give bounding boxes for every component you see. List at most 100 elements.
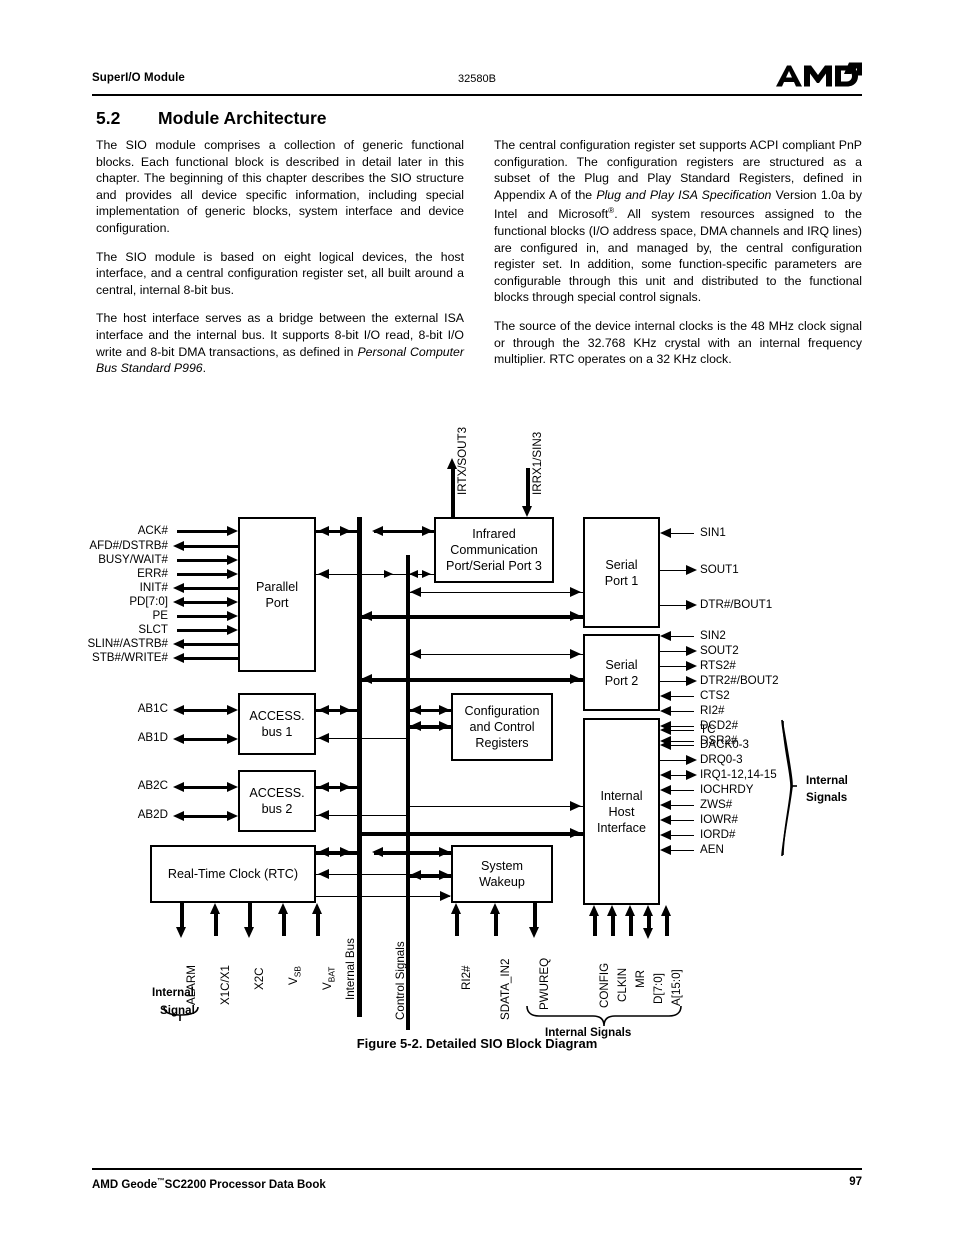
block-label: bus 1 bbox=[261, 725, 293, 739]
footer-book-title-cont: SC2200 Processor Data Book bbox=[164, 1178, 326, 1191]
block-real-time-clock[interactable]: Real-Time Clock (RTC) bbox=[150, 845, 316, 903]
footer-rule bbox=[92, 1168, 862, 1171]
block-label: Configuration bbox=[464, 704, 540, 718]
header-rule bbox=[92, 94, 862, 97]
wire bbox=[629, 914, 633, 936]
arrow-right-icon bbox=[686, 600, 697, 610]
wire bbox=[668, 741, 694, 743]
block-parallel-port[interactable]: Parallel Port bbox=[238, 517, 316, 672]
signal-label-dtr-bout1: DTR#/BOUT1 bbox=[700, 598, 773, 611]
wire bbox=[248, 903, 252, 929]
signal-label-ri2-wakeup: RI2# bbox=[460, 965, 473, 991]
arrow-left-icon bbox=[372, 847, 383, 857]
block-serial-port-1[interactable]: Serial Port 1 bbox=[583, 517, 660, 628]
wire bbox=[184, 708, 229, 713]
arrow-up-icon bbox=[625, 905, 635, 916]
block-diagram: Parallel Port ACK# AFD#/DSTRB# BUSY/WAIT… bbox=[0, 400, 954, 1039]
block-label: System bbox=[481, 859, 523, 873]
footer-book-title: AMD Geode™SC2200 Processor Data Book bbox=[92, 1176, 326, 1191]
wire bbox=[533, 903, 537, 929]
arrow-left-icon bbox=[660, 528, 671, 538]
arrow-left-icon bbox=[660, 706, 671, 716]
block-label: ACCESS. bbox=[249, 709, 305, 723]
wire bbox=[177, 558, 229, 563]
wire bbox=[316, 874, 408, 876]
arrow-up-icon bbox=[589, 905, 599, 916]
signal-label-cts2: CTS2 bbox=[700, 689, 730, 702]
arrow-left-icon bbox=[660, 815, 671, 825]
arrow-right-icon bbox=[227, 733, 238, 744]
signal-label-slct: SLCT bbox=[138, 623, 168, 636]
block-label: Communication bbox=[450, 543, 538, 557]
arrow-right-icon bbox=[227, 624, 238, 635]
wire bbox=[668, 820, 694, 822]
arrow-right-icon bbox=[570, 801, 581, 811]
block-accessbus-1[interactable]: ACCESS. bus 1 bbox=[238, 693, 316, 755]
block-infrared-communication-port[interactable]: Infrared Communication Port/Serial Port … bbox=[434, 517, 554, 583]
bus-label-control-signals: Control Signals bbox=[394, 941, 407, 1020]
wire bbox=[316, 737, 408, 739]
signal-label-d7-0: D[7:0] bbox=[652, 973, 665, 1004]
arrow-right-icon bbox=[227, 781, 238, 792]
wire bbox=[184, 737, 229, 742]
host-internal-signals-label: Internal bbox=[806, 774, 848, 787]
signal-label-x1c-x1: X1C/X1 bbox=[219, 965, 232, 1005]
wire bbox=[316, 814, 408, 816]
brace-bottom-internal-signals bbox=[526, 1005, 682, 1027]
signal-label-irrx1-sin3: IRRX1/SIN3 bbox=[531, 431, 544, 495]
wire bbox=[660, 666, 688, 668]
signal-base: V bbox=[321, 982, 334, 990]
arrow-up-icon bbox=[490, 903, 500, 914]
block-system-wakeup[interactable]: System Wakeup bbox=[451, 845, 553, 903]
footer-brand: AMD Geode bbox=[92, 1178, 158, 1191]
wire bbox=[494, 912, 498, 936]
block-internal-host-interface[interactable]: Internal Host Interface bbox=[583, 718, 660, 905]
block-label: Registers bbox=[475, 736, 529, 750]
signal-label-aen: AEN bbox=[700, 843, 724, 856]
arrow-left-icon bbox=[318, 781, 329, 792]
wire bbox=[668, 636, 694, 638]
signal-label-tc: TC bbox=[700, 723, 716, 736]
paragraph: The source of the device internal clocks… bbox=[494, 319, 862, 367]
wire bbox=[668, 805, 694, 807]
arrow-right-icon bbox=[439, 721, 450, 731]
arrow-right-icon bbox=[227, 610, 238, 621]
arrow-down-icon bbox=[522, 506, 532, 517]
block-label: Infrared bbox=[472, 527, 516, 541]
arrow-up-icon bbox=[607, 905, 617, 916]
signal-label-a15-0: A[15:0] bbox=[670, 969, 683, 1006]
document-page: SuperI/O Module 32580B 5.2 Module Archite… bbox=[0, 0, 954, 1235]
wire bbox=[668, 790, 694, 792]
wire bbox=[184, 814, 229, 819]
paragraph: The SIO module is based on eight logical… bbox=[96, 249, 464, 297]
signal-label-afd-dstrb: AFD#/DSTRB# bbox=[89, 539, 168, 552]
signal-label-pe: PE bbox=[152, 609, 168, 622]
wire bbox=[660, 605, 688, 607]
body-right-column: The central configuration register set s… bbox=[494, 137, 862, 368]
arrow-left-icon bbox=[173, 638, 184, 649]
block-label: Internal bbox=[600, 788, 643, 803]
arrow-right-icon bbox=[439, 847, 450, 857]
wire bbox=[526, 468, 530, 508]
wire bbox=[660, 760, 688, 762]
signal-label-stb-write: STB#/WRITE# bbox=[91, 651, 168, 664]
signal-label-ri2: RI2# bbox=[700, 704, 725, 717]
bus-label-internal-bus: Internal Bus bbox=[344, 938, 357, 1000]
block-label: and Control bbox=[469, 720, 535, 734]
wire bbox=[177, 614, 229, 619]
signal-label-iochrdy: IOCHRDY bbox=[700, 783, 754, 796]
arrow-left-icon bbox=[660, 785, 671, 795]
signal-label-err: ERR# bbox=[137, 567, 168, 580]
arrow-down-icon bbox=[176, 927, 186, 938]
arrow-left-icon bbox=[173, 704, 184, 715]
section-title-text: Module Architecture bbox=[158, 108, 327, 128]
page-header: SuperI/O Module 32580B bbox=[92, 62, 862, 98]
block-configuration-and-control-registers[interactable]: Configuration and Control Registers bbox=[451, 693, 553, 761]
block-label: Host bbox=[608, 804, 635, 819]
wire bbox=[184, 586, 238, 591]
section-number: 5.2 bbox=[96, 108, 121, 128]
block-accessbus-2[interactable]: ACCESS. bus 2 bbox=[238, 770, 316, 832]
body-left-column: The SIO module comprises a collection of… bbox=[96, 137, 464, 377]
block-serial-port-2[interactable]: Serial Port 2 bbox=[583, 634, 660, 711]
arrow-left-icon bbox=[660, 691, 671, 701]
